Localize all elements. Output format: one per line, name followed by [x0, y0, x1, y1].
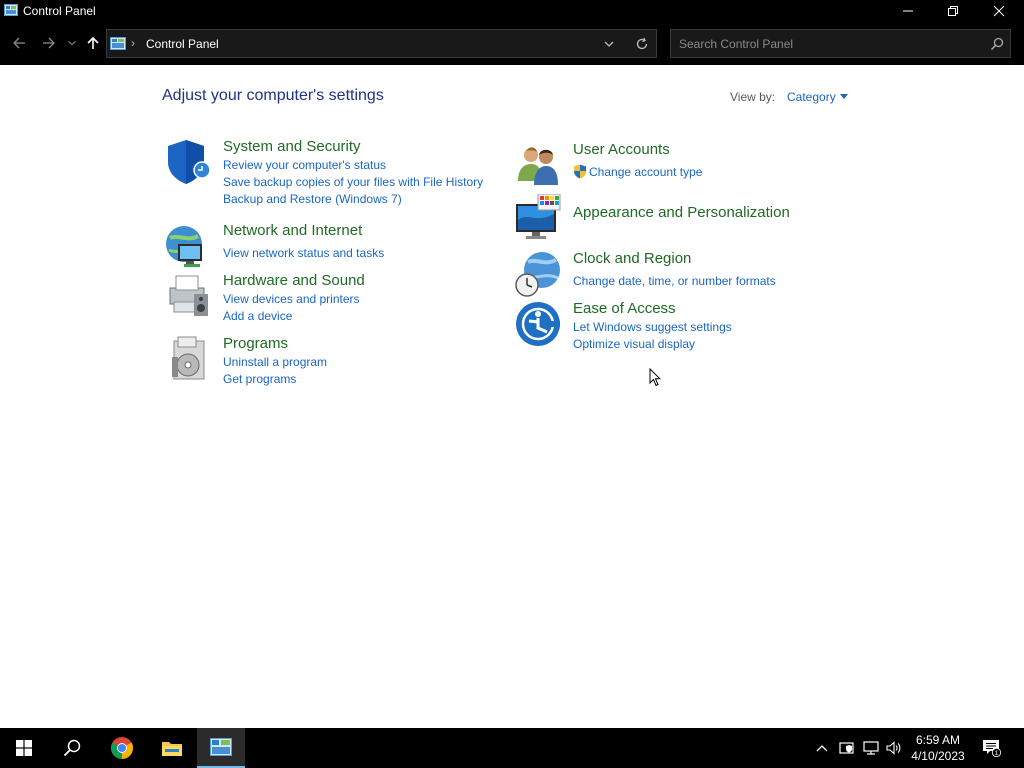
arrow-up-icon [87, 36, 99, 49]
get-programs-link[interactable]: Get programs [223, 372, 296, 386]
notification-count: 1 [995, 750, 999, 757]
chevron-up-icon [816, 745, 828, 752]
volume-tray-button[interactable] [884, 728, 904, 768]
system-and-security-link[interactable]: System and Security [223, 138, 361, 155]
speaker-icon [886, 741, 901, 755]
category-ease-of-access: Ease of Access Let Windows suggest setti… [514, 300, 844, 352]
network-status-link[interactable]: View network status and tasks [223, 246, 384, 260]
clock-and-region-link[interactable]: Clock and Region [573, 250, 691, 267]
category-user-accounts: User Accounts Change account type [514, 141, 844, 185]
search-box[interactable] [670, 29, 1011, 58]
breadcrumb-separator-icon[interactable]: › [131, 36, 135, 50]
file-explorer-icon [162, 742, 182, 756]
security-tray-button[interactable] [837, 728, 857, 768]
file-history-link[interactable]: Save backup copies of your files with Fi… [223, 175, 483, 189]
search-icon[interactable] [990, 37, 1004, 51]
minimize-icon [903, 10, 913, 12]
suggest-settings-link[interactable]: Let Windows suggest settings [573, 320, 732, 334]
change-account-type-link[interactable]: Change account type [589, 165, 702, 179]
control-panel-window: Control Panel › Control Panel Search Con… [0, 0, 1024, 728]
control-panel-icon [110, 37, 126, 50]
uninstall-program-link[interactable]: Uninstall a program [223, 355, 327, 369]
taskbar: 6:59 AM 4/10/2023 1 [0, 728, 1024, 768]
programs-disc-icon [172, 336, 205, 380]
up-button[interactable] [84, 33, 102, 53]
search-input[interactable] [679, 36, 979, 52]
optimize-visual-display-link[interactable]: Optimize visual display [573, 337, 695, 351]
category-appearance-and-personalization: Appearance and Personalization [514, 194, 844, 240]
backup-restore-link[interactable]: Backup and Restore (Windows 7) [223, 192, 402, 206]
clock-time: 6:59 AM [915, 733, 961, 747]
ease-of-access-icon [516, 302, 560, 346]
view-by-label: View by: [730, 90, 776, 104]
monitor-palette-icon [516, 194, 561, 239]
close-button[interactable] [976, 0, 1022, 22]
show-hidden-icons-button[interactable] [814, 728, 830, 768]
windows-start-icon [16, 740, 32, 756]
restore-button[interactable] [930, 0, 976, 22]
minimize-button[interactable] [885, 0, 931, 22]
recent-locations-button[interactable] [66, 33, 78, 53]
network-tray-button[interactable] [861, 728, 881, 768]
view-by-dropdown[interactable]: Category [787, 90, 836, 104]
mouse-cursor-icon [649, 368, 661, 387]
devices-printers-link[interactable]: View devices and printers [223, 292, 360, 306]
control-panel-app-icon [4, 4, 18, 16]
arrow-right-icon [43, 37, 55, 49]
address-bar[interactable]: › Control Panel [106, 29, 657, 58]
ease-of-access-link[interactable]: Ease of Access [573, 300, 676, 317]
shield-icon [168, 140, 211, 184]
notification-icon: 1 [983, 740, 1002, 757]
start-button[interactable] [0, 728, 48, 768]
clock-globe-icon [515, 252, 560, 297]
title-bar: Control Panel [0, 0, 1024, 22]
page-title: Adjust your computer's settings [162, 87, 384, 104]
network-icon [863, 741, 879, 755]
category-hardware-and-sound: Hardware and Sound View devices and prin… [164, 272, 494, 324]
caret-down-icon[interactable] [840, 94, 848, 99]
category-network-and-internet: Network and Internet View network status… [164, 222, 494, 267]
windows-security-icon [839, 742, 854, 754]
restore-icon [948, 6, 958, 16]
chrome-taskbar-button[interactable] [98, 728, 146, 768]
forward-button[interactable] [40, 33, 58, 53]
address-dropdown-icon[interactable] [602, 38, 616, 50]
navigation-bar: › Control Panel [0, 22, 1024, 65]
date-time-formats-link[interactable]: Change date, time, or number formats [573, 274, 776, 288]
review-status-link[interactable]: Review your computer's status [223, 158, 386, 172]
category-programs: Programs Uninstall a program Get program… [164, 335, 494, 387]
back-button[interactable] [10, 33, 28, 53]
action-center-button[interactable]: 1 [980, 728, 1004, 768]
taskbar-clock[interactable]: 6:59 AM 4/10/2023 [906, 732, 970, 764]
control-panel-taskbar-button[interactable] [197, 728, 245, 768]
search-icon [63, 739, 81, 757]
add-device-link[interactable]: Add a device [223, 309, 292, 323]
breadcrumb[interactable]: Control Panel [146, 37, 219, 51]
file-explorer-taskbar-button[interactable] [148, 728, 196, 768]
chrome-icon [111, 737, 133, 759]
appearance-and-personalization-link[interactable]: Appearance and Personalization [573, 204, 790, 221]
refresh-icon[interactable] [635, 37, 649, 51]
chevron-down-icon [68, 40, 76, 46]
close-icon [993, 5, 1005, 17]
users-icon [518, 147, 558, 185]
control-panel-icon [210, 738, 232, 756]
category-clock-and-region: Clock and Region Change date, time, or n… [514, 250, 844, 297]
hardware-and-sound-link[interactable]: Hardware and Sound [223, 272, 365, 289]
category-system-and-security: System and Security Review your computer… [164, 138, 494, 208]
user-accounts-link[interactable]: User Accounts [573, 141, 670, 158]
clock-date: 4/10/2023 [911, 749, 965, 763]
taskbar-search-button[interactable] [48, 728, 96, 768]
uac-shield-icon [574, 164, 586, 179]
window-title: Control Panel [23, 4, 96, 18]
network-globe-icon [166, 226, 202, 267]
network-and-internet-link[interactable]: Network and Internet [223, 222, 362, 239]
programs-link[interactable]: Programs [223, 335, 288, 352]
printer-speaker-icon [169, 275, 208, 316]
arrow-left-icon [13, 37, 25, 49]
